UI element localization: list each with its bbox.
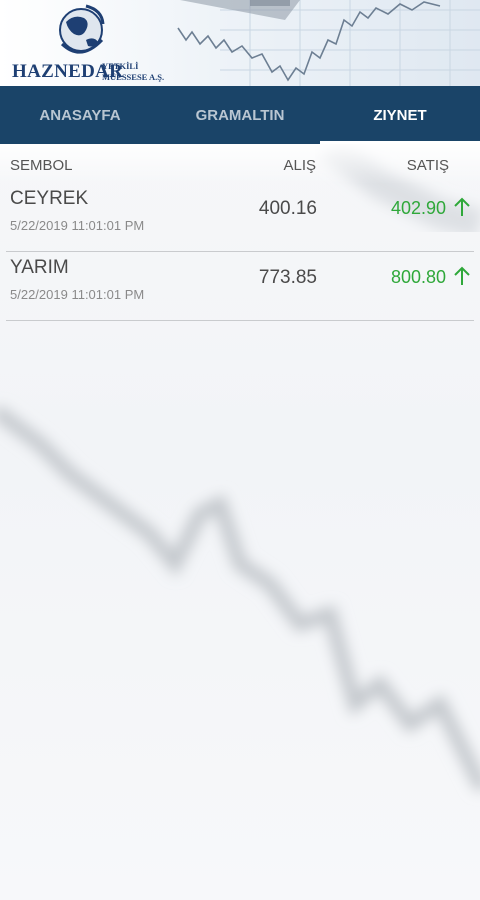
up-arrow-icon <box>454 197 470 216</box>
update-time: 5/22/2019 11:01:01 PM <box>10 218 145 233</box>
brand-subtitle-line1: YETKİLİ <box>102 61 139 71</box>
buy-price: 773.85 <box>258 267 317 288</box>
table-row[interactable]: YARIM 5/22/2019 11:01:01 PM 773.85 800.8… <box>6 253 474 321</box>
update-time: 5/22/2019 11:01:01 PM <box>10 287 145 302</box>
column-header-buy: ALIŞ <box>283 157 316 174</box>
content-area: SEMBOL ALIŞ SATIŞ CEYREK 5/22/2019 11:01… <box>0 144 480 900</box>
sell-price: 402.90 <box>390 198 446 218</box>
brand-subtitle: YETKİLİ MÜESSESE A.Ş. <box>102 61 164 83</box>
up-arrow-icon <box>454 266 470 285</box>
tab-ziynet[interactable]: ZIYNET <box>320 86 480 144</box>
tab-bar: ANASAYFA GRAMALTIN ZIYNET <box>0 86 480 144</box>
tab-anasayfa[interactable]: ANASAYFA <box>0 86 160 144</box>
table-row[interactable]: CEYREK 5/22/2019 11:01:01 PM 400.16 402.… <box>6 184 474 252</box>
column-header-sell: SATIŞ <box>406 157 449 174</box>
column-header-symbol: SEMBOL <box>10 157 73 174</box>
tab-gramaltin[interactable]: GRAMALTIN <box>160 86 320 144</box>
table-header: SEMBOL ALIŞ SATIŞ <box>0 144 480 188</box>
symbol-name: CEYREK <box>10 188 89 209</box>
sell-price: 800.80 <box>390 267 446 287</box>
symbol-name: YARIM <box>10 257 69 278</box>
header-banner: HAZNEDAR YETKİLİ MÜESSESE A.Ş. <box>0 0 480 86</box>
company-logo: HAZNEDAR YETKİLİ MÜESSESE A.Ş. <box>6 4 236 84</box>
globe-logo-icon <box>59 4 105 54</box>
buy-price: 400.16 <box>258 198 317 219</box>
brand-subtitle-line2: MÜESSESE A.Ş. <box>102 72 165 82</box>
